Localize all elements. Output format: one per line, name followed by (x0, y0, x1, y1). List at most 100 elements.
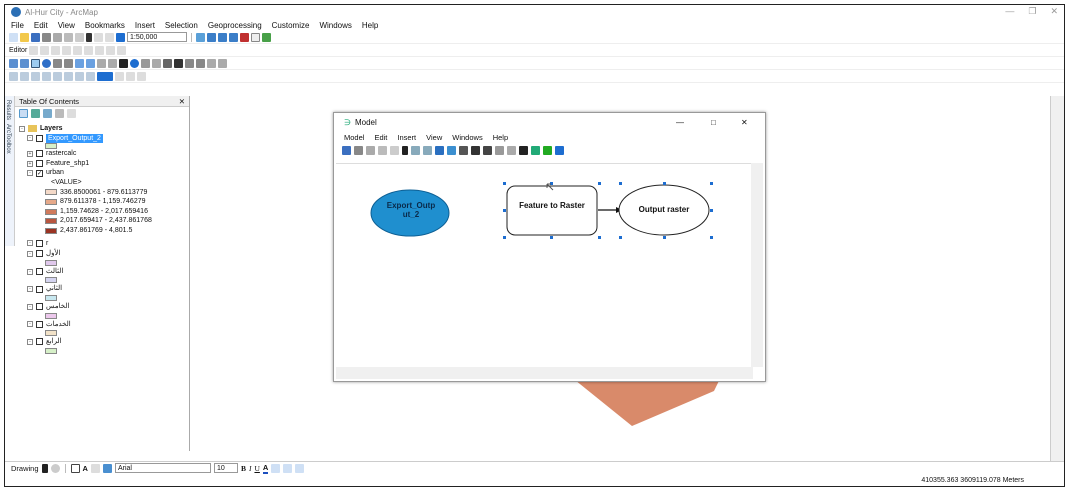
expand-icon[interactable]: - (27, 338, 33, 345)
toggle-draft-icon[interactable] (115, 71, 124, 81)
layer-checkbox[interactable] (36, 160, 43, 168)
model-menu-edit[interactable]: Edit (374, 133, 387, 142)
model-save-icon[interactable] (342, 145, 351, 155)
model-delete-icon[interactable] (402, 145, 408, 155)
editor-menu[interactable]: Editor (9, 47, 27, 54)
layer-checkbox[interactable] (36, 150, 43, 158)
zoom-percent-icon[interactable] (97, 71, 113, 81)
layers-root[interactable]: - Layers (19, 124, 189, 134)
zoom-out-icon[interactable] (20, 58, 29, 68)
layer-symbol[interactable] (19, 259, 189, 266)
layer-symbol[interactable] (19, 347, 189, 354)
paste-icon[interactable] (75, 32, 84, 42)
expand-icon[interactable]: + (27, 160, 33, 167)
expand-icon[interactable]: - (27, 250, 33, 257)
class-item[interactable]: 336.8500061 - 879.6113779 (19, 188, 189, 198)
auto-layout-icon[interactable] (447, 145, 456, 155)
zoom-100-icon[interactable] (53, 71, 62, 81)
copy-icon[interactable] (64, 32, 73, 42)
fixed-zoom-in-icon[interactable] (53, 58, 62, 68)
attributes-icon[interactable] (95, 45, 105, 55)
layout-zoom-out-icon[interactable] (20, 71, 29, 81)
model-menu-windows[interactable]: Windows (452, 133, 482, 142)
model-menu-model[interactable]: Model (344, 133, 364, 142)
sketch-properties-icon[interactable] (106, 45, 116, 55)
select-element-icon[interactable] (41, 463, 48, 473)
list-by-source-icon[interactable] (31, 108, 40, 118)
catalog-icon[interactable] (218, 32, 227, 42)
add-data-icon[interactable] (116, 32, 125, 42)
layer-item[interactable]: - ✓ urban (19, 168, 189, 178)
model-paste-icon[interactable] (390, 145, 399, 155)
maximize-button[interactable]: ❐ (1028, 6, 1036, 17)
add-data-tool-icon[interactable] (435, 145, 444, 155)
undo-icon[interactable] (94, 32, 103, 42)
model-minimize-button[interactable]: — (676, 118, 684, 127)
pan-icon[interactable] (31, 58, 40, 68)
expand-icon[interactable]: - (27, 321, 33, 328)
layer-checkbox[interactable] (36, 268, 43, 276)
zoom-out-model-icon[interactable] (483, 145, 492, 155)
layer-item[interactable]: - الثاني (19, 284, 189, 294)
model-copy-icon[interactable] (378, 145, 387, 155)
model-cut-icon[interactable] (366, 145, 375, 155)
fixed-zoom-model-icon[interactable] (471, 145, 480, 155)
bold-icon[interactable]: B (241, 464, 246, 473)
expand-icon[interactable]: - (27, 268, 33, 275)
identify-icon[interactable] (130, 58, 139, 68)
hyperlink-icon[interactable] (141, 58, 150, 68)
model-horizontal-scrollbar[interactable] (336, 367, 753, 379)
layer-checkbox[interactable] (36, 239, 43, 247)
menu-file[interactable]: File (11, 21, 24, 30)
model-builder-icon[interactable] (262, 32, 271, 42)
model-menu-insert[interactable]: Insert (397, 133, 416, 142)
collapse-icon[interactable]: - (19, 125, 25, 132)
layer-item[interactable]: + Feature_shp1 (19, 159, 189, 169)
layer-checkbox[interactable] (36, 320, 43, 328)
time-slider-icon[interactable] (207, 58, 216, 68)
italic-icon[interactable]: I (249, 464, 252, 473)
fixed-zoom-layout-icon[interactable] (64, 71, 73, 81)
layout-forward-icon[interactable] (86, 71, 95, 81)
model-redo-icon[interactable] (423, 145, 432, 155)
straight-segment-icon[interactable] (51, 45, 61, 55)
python-window-icon[interactable] (251, 32, 260, 42)
model-maximize-button[interactable]: □ (711, 118, 716, 127)
arctoolbox-tab[interactable]: ArcToolbox (5, 124, 11, 154)
layout-pan-icon[interactable] (31, 71, 40, 81)
model-canvas[interactable]: Export_Outp ut_2 Feature to Raster Outpu… (336, 163, 753, 367)
font-color-icon[interactable]: A (262, 463, 269, 474)
rotate-element-icon[interactable] (50, 463, 60, 473)
layer-item[interactable]: -r (19, 239, 189, 249)
menu-geoprocessing[interactable]: Geoprocessing (208, 21, 262, 30)
toc-options-icon[interactable] (67, 108, 76, 118)
layer-checkbox[interactable] (36, 303, 43, 311)
model-menu-help[interactable]: Help (493, 133, 508, 142)
clear-selection-icon[interactable] (108, 58, 117, 68)
layer-checkbox[interactable] (36, 285, 43, 293)
expand-icon[interactable]: + (27, 150, 33, 157)
layer-checkbox[interactable] (36, 134, 43, 142)
select-model-icon[interactable] (519, 145, 528, 155)
full-extent-model-icon[interactable] (459, 145, 468, 155)
callout-icon[interactable] (90, 463, 100, 473)
results-tab[interactable]: Results (5, 100, 11, 120)
print-icon[interactable] (42, 32, 51, 42)
font-size-field[interactable]: 10 (213, 463, 238, 473)
rectangle-icon[interactable] (70, 463, 80, 473)
new-text-icon[interactable]: A (83, 464, 88, 473)
expand-icon[interactable]: - (27, 286, 33, 293)
new-icon[interactable] (9, 32, 18, 42)
layer-item[interactable]: - Export_Output_2 (19, 133, 189, 144)
layer-item[interactable]: - الرابع (19, 337, 189, 347)
delete-icon[interactable] (86, 32, 92, 42)
expand-icon[interactable]: - (27, 170, 33, 177)
close-button[interactable]: ✕ (1050, 6, 1058, 17)
menu-insert[interactable]: Insert (135, 21, 155, 30)
menu-edit[interactable]: Edit (34, 21, 48, 30)
class-item[interactable]: 879.611378 - 1,159.746279 (19, 197, 189, 207)
model-undo-icon[interactable] (411, 145, 420, 155)
layout-zoom-in-icon[interactable] (9, 71, 18, 81)
layer-symbol[interactable] (19, 330, 189, 337)
expand-icon[interactable]: - (27, 303, 33, 310)
